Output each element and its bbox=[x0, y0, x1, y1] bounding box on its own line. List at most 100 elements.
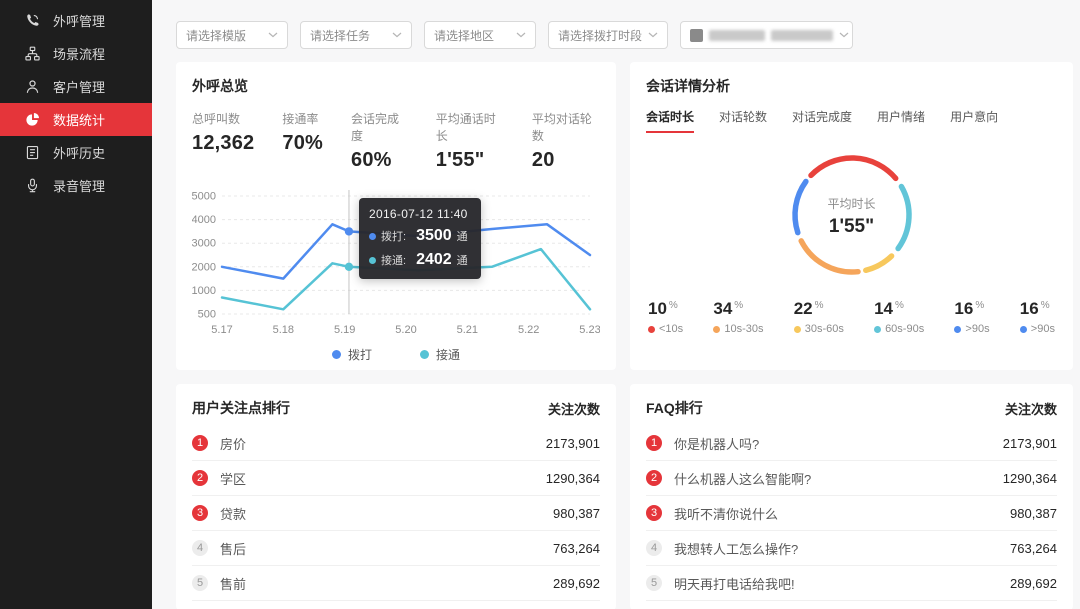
dashboard-grid: 外呼总览 总呼叫数12,362接通率70%会话完成度60%平均通话时长1'55"… bbox=[176, 62, 1080, 609]
filter-template-select[interactable]: 请选择模版 bbox=[176, 21, 288, 49]
rank-row: 2 学区1290,364 bbox=[192, 461, 600, 496]
chevron-down-icon bbox=[839, 32, 849, 38]
filter-placeholder: 请选择地区 bbox=[434, 27, 494, 44]
sidebar-item-recording-management[interactable]: 录音管理 bbox=[0, 169, 152, 202]
filter-region-select[interactable]: 请选择地区 bbox=[424, 21, 536, 49]
redacted-value bbox=[690, 29, 833, 42]
microphone-icon bbox=[25, 178, 40, 193]
range-dot-icon bbox=[648, 326, 655, 333]
duration-stat: 14%60s-90s bbox=[874, 299, 924, 335]
rank-value: 289,692 bbox=[553, 576, 600, 591]
tab-rounds[interactable]: 对话轮数 bbox=[719, 108, 767, 133]
sidebar-item-label: 外呼历史 bbox=[53, 143, 105, 162]
rank-count-header: 关注次数 bbox=[548, 399, 600, 418]
rank-label: 我想转人工怎么操作? bbox=[674, 539, 1010, 558]
legend-dot-icon bbox=[332, 350, 341, 359]
rank-row: 5 售前289,692 bbox=[192, 566, 600, 601]
overview-card: 外呼总览 总呼叫数12,362接通率70%会话完成度60%平均通话时长1'55"… bbox=[176, 62, 616, 370]
rank-row: 3贷款980,387 bbox=[192, 496, 600, 531]
stat-value: 20 bbox=[532, 149, 600, 172]
donut-center: 平均时长 1'55" bbox=[782, 145, 922, 287]
svg-text:3000: 3000 bbox=[192, 238, 216, 250]
stat-value: 12,362 bbox=[192, 132, 254, 155]
donut-chart: 平均时长 1'55" bbox=[782, 145, 922, 287]
sidebar-item-data-statistics[interactable]: 数据统计 bbox=[0, 103, 152, 136]
sidebar: 外呼管理场景流程客户管理数据统计外呼历史录音管理 bbox=[0, 0, 152, 609]
chart-tooltip: 2016-07-12 11:40 拨打:3500通接通:2402通 bbox=[359, 198, 481, 279]
stat-label: 平均通话时长 bbox=[436, 110, 504, 144]
tab-emotion[interactable]: 用户情绪 bbox=[877, 108, 925, 133]
rank-title: 用户关注点排行 bbox=[192, 398, 290, 418]
rank-row: 1你是机器人吗?2173,901 bbox=[646, 426, 1057, 461]
rank-badge: 5 bbox=[192, 575, 208, 591]
stat-value: 70% bbox=[282, 132, 323, 155]
topics-rank-card: 用户关注点排行 关注次数 1房价2173,9012学区1290,3643贷款98… bbox=[176, 384, 616, 609]
duration-stats: 10%<10s34%10s-30s22%30s-60s14%60s-90s16%… bbox=[646, 299, 1057, 335]
rank-badge: 3 bbox=[646, 505, 662, 521]
sidebar-item-label: 场景流程 bbox=[53, 44, 105, 63]
rank-label: 贷款 bbox=[220, 504, 553, 523]
overview-stat: 会话完成度60% bbox=[351, 110, 408, 172]
legend-item-拨打[interactable]: 拨打 bbox=[332, 346, 372, 363]
legend-item-接通[interactable]: 接通 bbox=[420, 346, 460, 363]
user-icon bbox=[25, 79, 40, 94]
filter-redacted-select[interactable] bbox=[680, 21, 853, 49]
rank-badge: 3 bbox=[192, 505, 208, 521]
stat-value: 60% bbox=[351, 149, 408, 172]
tab-intent[interactable]: 用户意向 bbox=[950, 108, 998, 133]
legend-dot-icon bbox=[420, 350, 429, 359]
rank-value: 1290,364 bbox=[1003, 471, 1057, 486]
rank-label: 学区 bbox=[220, 469, 546, 488]
tab-completion[interactable]: 对话完成度 bbox=[792, 108, 852, 133]
filter-placeholder: 请选择任务 bbox=[310, 27, 370, 44]
rank-label: 你是机器人吗? bbox=[674, 434, 1003, 453]
chart-legend: 拨打 接通 bbox=[192, 346, 600, 363]
range-dot-icon bbox=[954, 326, 961, 333]
rank-label: 售前 bbox=[220, 574, 553, 593]
filter-task-select[interactable]: 请选择任务 bbox=[300, 21, 412, 49]
rank-label: 明天再打电话给我吧! bbox=[674, 574, 1010, 593]
duration-stat: 16%>90s bbox=[1020, 299, 1055, 335]
rank-badge: 4 bbox=[192, 540, 208, 556]
rank-badge: 4 bbox=[646, 540, 662, 556]
svg-text:500: 500 bbox=[198, 309, 216, 321]
series-dot-icon bbox=[369, 233, 376, 240]
session-card-title: 会话详情分析 bbox=[646, 76, 1057, 96]
rank-badge: 1 bbox=[646, 435, 662, 451]
sidebar-item-label: 客户管理 bbox=[53, 77, 105, 96]
sidebar-item-call-history[interactable]: 外呼历史 bbox=[0, 136, 152, 169]
overview-stats: 总呼叫数12,362接通率70%会话完成度60%平均通话时长1'55"平均对话轮… bbox=[192, 110, 600, 172]
tooltip-title: 2016-07-12 11:40 bbox=[369, 207, 471, 221]
rank-row: 5明天再打电话给我吧!289,692 bbox=[646, 566, 1057, 601]
legend-label: 接通 bbox=[436, 346, 460, 363]
svg-text:2000: 2000 bbox=[192, 261, 216, 273]
sidebar-item-label: 外呼管理 bbox=[53, 11, 105, 30]
tooltip-row: 接通:2402通 bbox=[369, 251, 471, 269]
rank-label: 什么机器人这么智能啊? bbox=[674, 469, 1003, 488]
rank-value: 763,264 bbox=[1010, 541, 1057, 556]
sidebar-item-label: 录音管理 bbox=[53, 176, 105, 195]
chevron-down-icon bbox=[268, 32, 278, 38]
rank-value: 1290,364 bbox=[546, 471, 600, 486]
svg-text:5.20: 5.20 bbox=[395, 324, 416, 336]
sidebar-item-scenario-flow[interactable]: 场景流程 bbox=[0, 37, 152, 70]
rank-count-header: 关注次数 bbox=[1005, 399, 1057, 418]
stat-label: 总呼叫数 bbox=[192, 110, 254, 127]
rank-badge: 1 bbox=[192, 435, 208, 451]
rank-rows: 1房价2173,9012学区1290,3643贷款980,3874售后763,2… bbox=[192, 426, 600, 601]
svg-text:5000: 5000 bbox=[192, 191, 216, 203]
rank-badge: 2 bbox=[192, 470, 208, 486]
svg-text:4000: 4000 bbox=[192, 214, 216, 226]
pie-chart-icon bbox=[25, 112, 40, 127]
sidebar-item-outbound-management[interactable]: 外呼管理 bbox=[0, 4, 152, 37]
tab-duration[interactable]: 会话时长 bbox=[646, 108, 694, 133]
rank-label: 房价 bbox=[220, 434, 546, 453]
sidebar-item-customer-management[interactable]: 客户管理 bbox=[0, 70, 152, 103]
overview-stat: 接通率70% bbox=[282, 110, 323, 172]
chevron-down-icon bbox=[392, 32, 402, 38]
line-chart[interactable]: 500100020003000400050005.175.185.195.205… bbox=[192, 186, 600, 338]
range-dot-icon bbox=[1020, 326, 1027, 333]
filter-time-range-select[interactable]: 请选择拨打时段 bbox=[548, 21, 668, 49]
rank-rows: 1你是机器人吗?2173,9012什么机器人这么智能啊?1290,3643我听不… bbox=[646, 426, 1057, 601]
rank-badge: 5 bbox=[646, 575, 662, 591]
